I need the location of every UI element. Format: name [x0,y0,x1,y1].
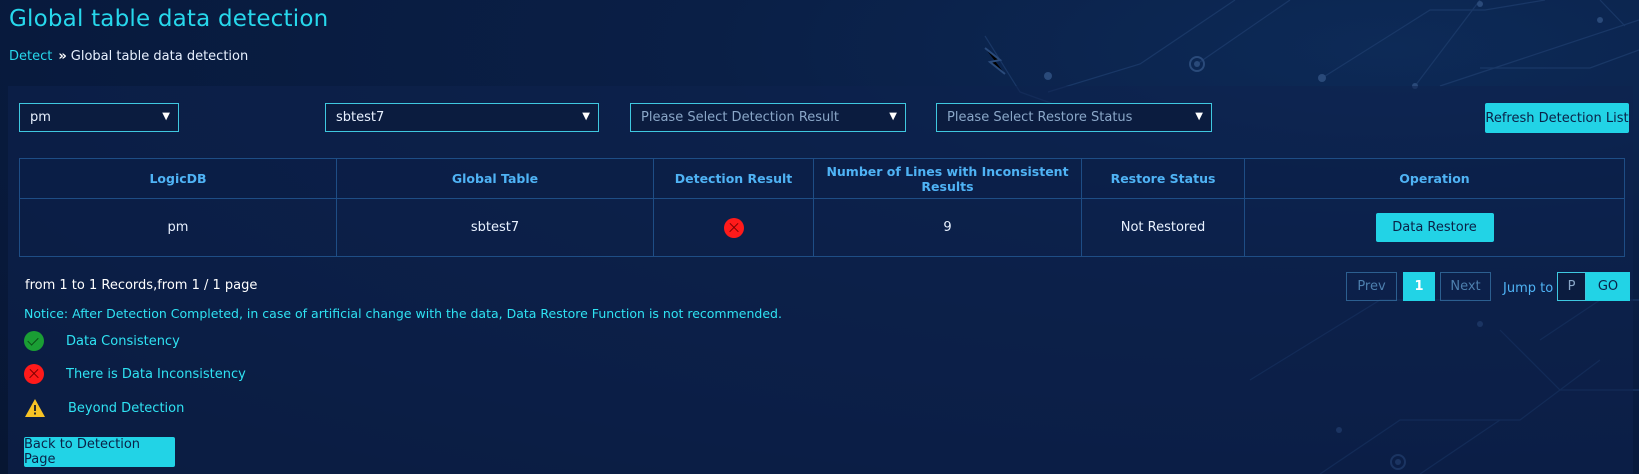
column-header-operation: Operation [1244,158,1625,199]
breadcrumb: Detect » Global table data detection [9,49,248,64]
legend-label: There is Data Inconsistency [66,366,246,382]
table-select[interactable]: sbtest7 ▼ [325,103,599,132]
column-header-global-table: Global Table [336,158,654,199]
chevron-down-icon: ▼ [582,111,590,122]
back-to-detection-page-button[interactable]: Back to Detection Page [24,437,175,467]
cell-global-table: sbtest7 [336,198,654,257]
chevron-down-icon: ▼ [162,111,170,122]
prev-page-button[interactable]: Prev [1346,272,1397,301]
cell-inconsistent-lines: 9 [813,198,1082,257]
table-header-row: LogicDB Global Table Detection Result Nu… [19,158,1625,199]
legend-item-consistency: Data Consistency [24,331,180,351]
jump-page-input[interactable]: P [1557,272,1586,301]
refresh-detection-list-button[interactable]: Refresh Detection List [1485,103,1629,133]
column-header-restore-status: Restore Status [1081,158,1245,199]
breadcrumb-link-detect[interactable]: Detect [9,49,52,64]
cell-detection-result [653,198,814,257]
inconsistent-icon [723,217,744,238]
detection-result-placeholder: Please Select Detection Result [641,110,840,125]
detection-table: LogicDB Global Table Detection Result Nu… [19,158,1625,257]
jump-to-label: Jump to [1503,281,1554,296]
notice-text: Notice: After Detection Completed, in ca… [24,306,782,321]
records-summary: from 1 to 1 Records,from 1 / 1 page [25,278,258,293]
restore-status-select[interactable]: Please Select Restore Status ▼ [936,103,1212,132]
page-1-button[interactable]: 1 [1403,272,1435,301]
logicdb-select[interactable]: pm ▼ [19,103,179,132]
warning-triangle-icon [25,399,45,417]
legend-label: Beyond Detection [68,400,185,416]
restore-status-placeholder: Please Select Restore Status [947,110,1133,125]
chevron-down-icon: ▼ [1195,111,1203,122]
table-row: pm sbtest7 9 Not Restored Data Restore [19,198,1625,257]
x-circle-icon [24,364,44,384]
column-header-inconsistent-lines: Number of Lines with Inconsistent Result… [813,158,1082,199]
column-header-logicdb: LogicDB [19,158,337,199]
data-restore-button[interactable]: Data Restore [1375,213,1494,242]
legend-label: Data Consistency [66,333,180,349]
cell-restore-status: Not Restored [1081,198,1245,257]
cell-operation: Data Restore [1244,198,1625,257]
logicdb-select-value: pm [30,110,51,125]
check-circle-icon [24,331,44,351]
next-page-button[interactable]: Next [1440,272,1491,301]
column-header-detection-result: Detection Result [653,158,814,199]
detection-result-select[interactable]: Please Select Detection Result ▼ [630,103,906,132]
breadcrumb-current: Global table data detection [70,49,249,64]
legend-item-inconsistency: There is Data Inconsistency [24,364,246,384]
legend-item-beyond-detection: Beyond Detection [24,398,184,418]
breadcrumb-separator: » [58,49,67,64]
table-select-value: sbtest7 [336,110,385,125]
cell-logicdb: pm [19,198,337,257]
page-title: Global table data detection [9,6,329,32]
chevron-down-icon: ▼ [889,111,897,122]
go-button[interactable]: GO [1586,272,1630,301]
